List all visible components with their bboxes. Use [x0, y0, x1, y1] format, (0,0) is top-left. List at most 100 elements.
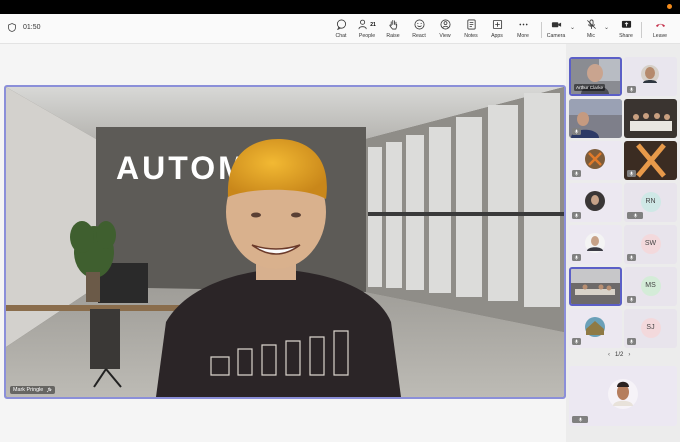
- mic-muted-indicator: [572, 254, 581, 261]
- main-video-stage[interactable]: AUTOMO X Mark Pringle: [4, 85, 566, 399]
- mic-icon: [574, 129, 579, 134]
- leave-button[interactable]: Leave: [647, 18, 673, 39]
- participant-tile[interactable]: [569, 99, 622, 138]
- participant-pager: ‹ 1/2 ›: [608, 352, 630, 358]
- raise-hand-button[interactable]: Raise: [380, 18, 406, 39]
- camera-button[interactable]: Camera: [543, 18, 569, 39]
- mic-muted-indicator: [627, 254, 636, 261]
- view-icon: [440, 19, 450, 30]
- participant-video: [571, 269, 620, 304]
- people-count: 21: [370, 21, 376, 28]
- share-button[interactable]: Share: [613, 18, 639, 39]
- page-indicator: 1/2: [615, 352, 624, 358]
- mic-options-chevron-icon[interactable]: ⌄: [604, 24, 609, 31]
- participant-tile[interactable]: [569, 183, 622, 222]
- participant-tile[interactable]: [569, 309, 622, 348]
- camera-options-chevron-icon[interactable]: ⌄: [570, 24, 575, 31]
- mic-muted-indicator: [572, 128, 581, 135]
- notification-dot: [667, 4, 672, 9]
- more-label: More: [517, 33, 529, 39]
- participant-initials: SW: [640, 233, 661, 254]
- mic-icon: [574, 339, 579, 344]
- smiley-icon: [414, 19, 424, 30]
- mic-muted-indicator: [627, 338, 636, 345]
- view-label: View: [439, 33, 451, 39]
- participant-initials: SJ: [640, 317, 661, 338]
- participant-tile-arthur-clarke[interactable]: Arthur Clarke: [569, 57, 622, 96]
- mic-muted-indicator: [572, 212, 581, 219]
- mic-muted-indicator: [572, 170, 581, 177]
- meeting-toolbar: 01:50 Chat 21 People Raise React View No…: [0, 14, 680, 44]
- mic-icon: [629, 87, 634, 92]
- participant-tile[interactable]: SW: [624, 225, 677, 264]
- window-top-bar: [0, 0, 680, 14]
- self-view-tile[interactable]: [569, 366, 677, 426]
- speaker-name: Mark Pringle: [13, 387, 44, 393]
- participant-tile[interactable]: [624, 99, 677, 138]
- phone-hangup-icon: [655, 23, 665, 27]
- participant-tile[interactable]: [624, 57, 677, 96]
- camera-icon: [551, 22, 561, 28]
- chat-icon: [336, 19, 346, 30]
- notes-button[interactable]: Notes: [458, 18, 484, 39]
- speaker-name-label: Mark Pringle: [10, 386, 56, 394]
- toolbar-divider: [541, 22, 542, 38]
- next-page-chevron-icon[interactable]: ›: [628, 352, 630, 358]
- timer-text: 01:50: [23, 24, 41, 31]
- toolbar-divider: [641, 22, 642, 38]
- participant-tile[interactable]: MS: [624, 267, 677, 306]
- people-icon: [358, 19, 367, 30]
- raise-label: Raise: [386, 33, 400, 39]
- chat-label: Chat: [335, 33, 347, 39]
- mic-icon: [629, 339, 634, 344]
- speaker-video: AUTOMO X: [6, 87, 564, 397]
- mic-label: Mic: [586, 33, 596, 39]
- mic-muted-indicator: [572, 338, 581, 345]
- share-icon: [621, 20, 631, 28]
- mic-muted-indicator: [627, 212, 643, 219]
- participant-tile[interactable]: [569, 225, 622, 264]
- people-button[interactable]: 21 People: [354, 18, 380, 39]
- participant-name: Arthur Clarke: [574, 84, 606, 91]
- people-label: People: [358, 33, 376, 39]
- more-button[interactable]: More: [510, 18, 536, 39]
- participant-initials: MS: [640, 275, 661, 296]
- react-button[interactable]: React: [406, 18, 432, 39]
- participant-initials: RN: [640, 191, 661, 212]
- mic-icon: [578, 417, 582, 422]
- mic-icon: [633, 213, 637, 218]
- camera-label: Camera: [546, 33, 566, 39]
- meeting-timer: 01:50: [8, 23, 41, 32]
- participant-tile[interactable]: RN: [624, 183, 677, 222]
- leave-label: Leave: [652, 33, 668, 39]
- mic-muted-indicator: [627, 170, 636, 177]
- participant-tile[interactable]: [624, 141, 677, 180]
- participant-tile[interactable]: SJ: [624, 309, 677, 348]
- notes-label: Notes: [464, 33, 478, 39]
- previous-page-chevron-icon[interactable]: ‹: [608, 352, 610, 358]
- chat-button[interactable]: Chat: [328, 18, 354, 39]
- participant-video: [624, 99, 677, 138]
- react-label: React: [412, 33, 426, 39]
- notes-icon: [466, 19, 476, 30]
- more-icon: [518, 23, 528, 26]
- apps-button[interactable]: Apps: [484, 18, 510, 39]
- hand-icon: [389, 19, 397, 30]
- mic-icon: [629, 297, 634, 302]
- mic-icon: [574, 171, 579, 176]
- apps-label: Apps: [491, 33, 503, 39]
- mic-off-icon: [586, 19, 596, 29]
- mic-muted-indicator: [627, 86, 636, 93]
- mic-icon: [574, 213, 579, 218]
- participant-tile-active[interactable]: [569, 267, 622, 306]
- participant-tile[interactable]: [569, 141, 622, 180]
- mic-icon: [574, 255, 579, 260]
- mic-icon: [629, 171, 634, 176]
- view-button[interactable]: View: [432, 18, 458, 39]
- pin-icon: [47, 387, 52, 393]
- share-label: Share: [619, 33, 633, 39]
- self-mic-muted-indicator: [572, 416, 588, 423]
- mic-button[interactable]: Mic: [578, 18, 604, 39]
- shield-icon: [8, 23, 16, 32]
- mic-icon: [629, 255, 634, 260]
